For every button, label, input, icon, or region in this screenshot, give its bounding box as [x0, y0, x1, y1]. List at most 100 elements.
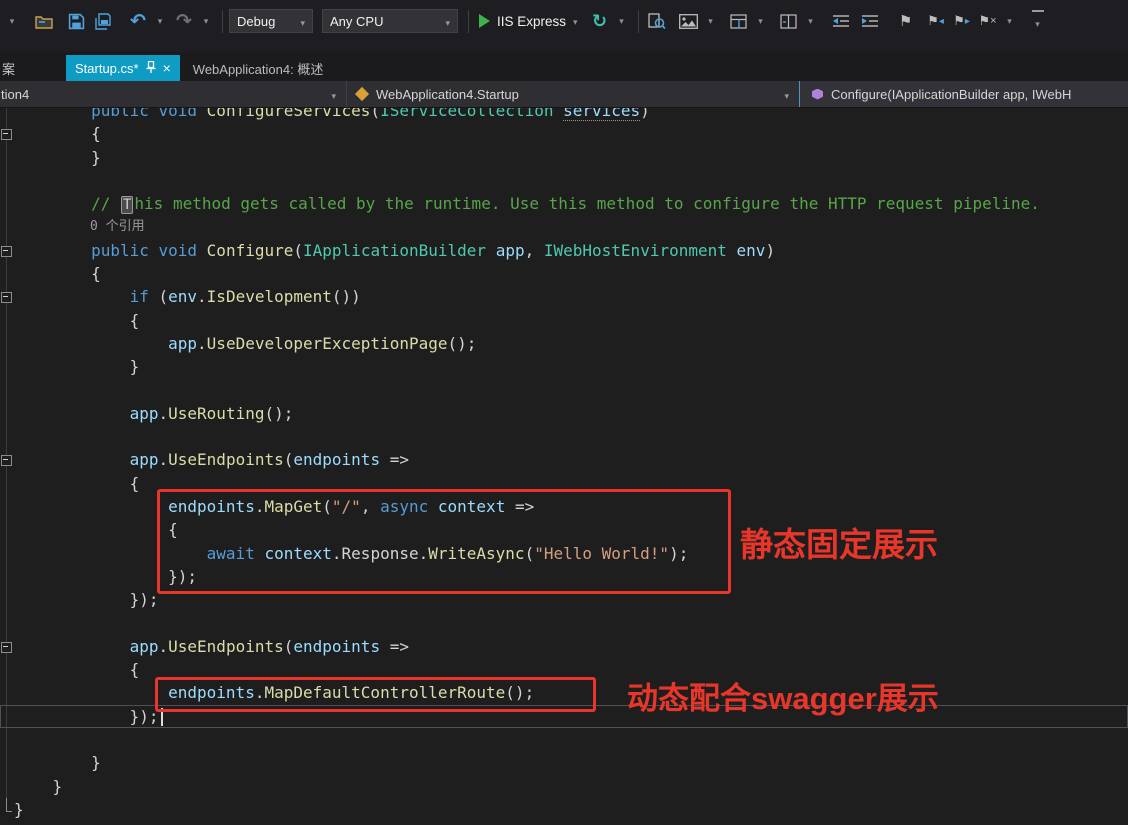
code-line[interactable]	[0, 728, 1128, 751]
code-editor[interactable]: public void ConfigureServices(IServiceCo…	[0, 108, 1128, 825]
window-layout-icon[interactable]	[729, 8, 749, 34]
code-line[interactable]: }	[0, 775, 1128, 798]
code-line[interactable]: 0 个引用	[0, 215, 1128, 238]
close-icon[interactable]: ×	[163, 61, 171, 75]
gutter-cell	[0, 495, 14, 518]
solution-configuration-dropdown[interactable]: Debug	[229, 9, 313, 33]
redo-icon[interactable]: ↷	[174, 8, 194, 34]
bookmark-icon[interactable]: ⚑	[896, 8, 916, 34]
tab-startup-cs[interactable]: Startup.cs* ×	[66, 55, 180, 81]
code-line[interactable]: public void ConfigureServices(IServiceCo…	[0, 108, 1128, 122]
gutter-cell	[0, 146, 14, 169]
document-tab-bar: 案 Startup.cs* × WebApplication4: 概述	[0, 52, 1128, 81]
code-text: {	[14, 264, 101, 284]
gutter-cell	[0, 472, 14, 495]
gutter-cell	[0, 215, 14, 238]
code-line[interactable]: }	[0, 355, 1128, 378]
code-line[interactable]: app.UseDeveloperExceptionPage();	[0, 332, 1128, 355]
code-line[interactable]: app.UseRouting();	[0, 402, 1128, 425]
split-view-dropdown-icon[interactable]	[801, 8, 821, 34]
window-layout-dropdown-icon[interactable]	[751, 8, 771, 34]
type-dropdown-value: WebApplication4.Startup	[376, 86, 519, 102]
code-line[interactable]	[0, 612, 1128, 635]
annotation-box-static	[157, 489, 731, 594]
code-line[interactable]	[0, 425, 1128, 448]
pin-icon[interactable]	[146, 60, 156, 76]
code-text: }	[14, 776, 63, 796]
gutter-cell	[0, 612, 14, 635]
open-file-icon[interactable]	[34, 8, 54, 34]
code-line[interactable]: }	[0, 146, 1128, 169]
decrease-indent-icon[interactable]	[831, 8, 851, 34]
code-line[interactable]	[0, 169, 1128, 192]
annotation-label-static: 静态固定展示	[740, 526, 938, 563]
play-icon	[479, 14, 490, 28]
gutter-cell	[0, 108, 14, 122]
fold-collapse-marker[interactable]	[0, 285, 14, 308]
project-dropdown[interactable]: tion4	[0, 81, 346, 107]
refresh-dropdown-icon[interactable]	[612, 8, 632, 34]
gutter-cell	[0, 332, 14, 355]
code-line[interactable]: {	[0, 309, 1128, 332]
gutter-cell	[0, 169, 14, 192]
fold-collapse-marker[interactable]	[0, 448, 14, 471]
type-dropdown[interactable]: WebApplication4.Startup	[346, 81, 799, 107]
fold-collapse-marker[interactable]	[0, 635, 14, 658]
save-icon[interactable]	[66, 8, 86, 34]
code-line[interactable]: app.UseEndpoints(endpoints =>	[0, 635, 1128, 658]
undo-icon[interactable]: ↶	[128, 8, 148, 34]
code-text: public void Configure(IApplicationBuilde…	[91, 240, 776, 260]
main-toolbar: ↶ ↷ Debug Any CPU IIS Express ↻ ⚑	[0, 0, 1128, 52]
toolbar-separator	[468, 9, 469, 33]
tab-webapplication4-overview[interactable]: WebApplication4: 概述	[180, 55, 337, 81]
project-dropdown-value: tion4	[1, 86, 30, 102]
code-line[interactable]	[0, 379, 1128, 402]
gutter-cell	[0, 262, 14, 285]
code-line[interactable]: // This method gets called by the runtim…	[0, 192, 1128, 215]
run-dropdown-icon	[573, 12, 578, 30]
code-text: // This method gets called by the runtim…	[91, 194, 1040, 215]
code-line[interactable]: if (env.IsDevelopment())	[0, 285, 1128, 308]
gutter-cell	[0, 728, 14, 751]
refresh-icon[interactable]: ↻	[590, 8, 610, 34]
image-tool-icon[interactable]	[679, 8, 699, 34]
undo-dropdown-icon[interactable]	[150, 8, 170, 34]
increase-indent-icon[interactable]	[860, 8, 880, 34]
redo-dropdown-icon[interactable]	[196, 8, 216, 34]
code-line[interactable]: }	[0, 751, 1128, 774]
start-debugging-button[interactable]: IIS Express	[479, 8, 578, 34]
code-line[interactable]: app.UseEndpoints(endpoints =>	[0, 448, 1128, 471]
split-view-icon[interactable]	[779, 8, 799, 34]
class-icon	[354, 86, 370, 102]
code-text: 0 个引用	[90, 219, 145, 235]
next-bookmark-icon[interactable]: ⚑ ▸	[952, 8, 972, 34]
clear-bookmarks-icon[interactable]: ⚑ ×	[978, 8, 998, 34]
code-line[interactable]: }	[0, 797, 1128, 821]
find-in-files-icon[interactable]	[647, 8, 667, 34]
gutter-cell	[0, 402, 14, 425]
gutter-cell	[0, 775, 14, 798]
bookmarks-dropdown-icon[interactable]	[1000, 8, 1020, 34]
image-tool-dropdown-icon[interactable]	[701, 8, 721, 34]
chevron-down-icon	[300, 14, 305, 29]
overflow-bar-icon	[1031, 10, 1044, 12]
code-text: }	[14, 357, 140, 377]
code-line[interactable]: public void Configure(IApplicationBuilde…	[0, 239, 1128, 262]
save-all-icon[interactable]	[94, 8, 114, 34]
cropped-dropdown-icon[interactable]	[2, 8, 22, 34]
code-line[interactable]: {	[0, 262, 1128, 285]
previous-bookmark-icon[interactable]: ⚑ ◂	[926, 8, 946, 34]
code-text: }	[14, 799, 24, 819]
code-line[interactable]: {	[0, 122, 1128, 145]
code-text: }	[14, 147, 101, 167]
member-dropdown[interactable]: Configure(IApplicationBuilder app, IWebH	[799, 81, 1128, 107]
tab-cropped-left[interactable]: 案	[0, 55, 66, 81]
toolbar-overflow-button[interactable]	[1028, 8, 1048, 34]
fold-collapse-marker[interactable]	[0, 239, 14, 262]
solution-platform-dropdown[interactable]: Any CPU	[322, 9, 458, 33]
gutter-cell	[0, 658, 14, 681]
gutter-cell	[0, 681, 14, 704]
fold-collapse-marker[interactable]	[0, 122, 14, 145]
